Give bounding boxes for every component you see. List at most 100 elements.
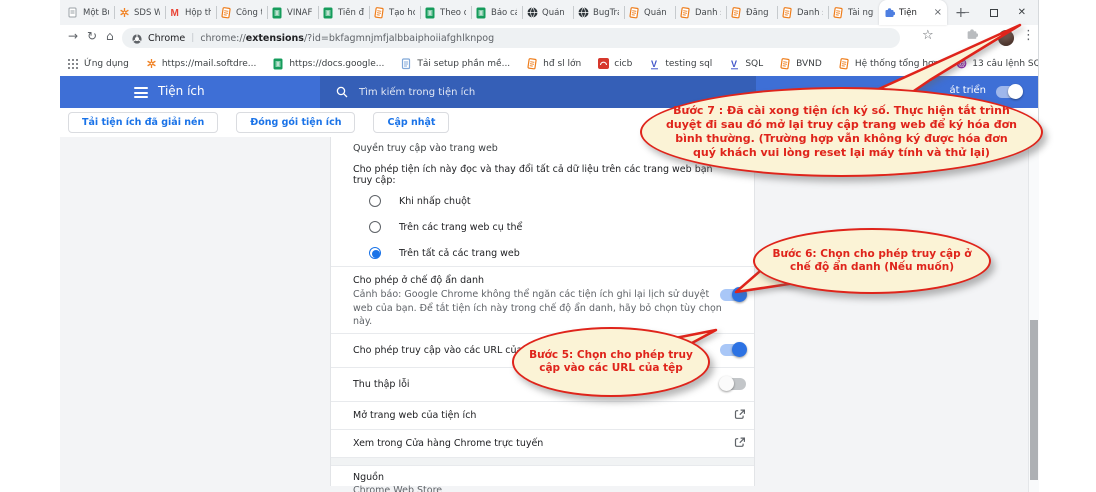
tab-label: BugTra — [593, 8, 619, 18]
bookmark-item[interactable]: Ứng dụng — [68, 58, 129, 70]
page-title: Tiện ích — [158, 84, 205, 98]
minimize-button[interactable]: – — [965, 8, 970, 18]
section-gap — [331, 458, 754, 466]
radio-option-label: Khi nhấp chuột — [399, 196, 471, 207]
sheet-green-favicon — [272, 7, 283, 19]
close-button[interactable]: ✕ — [1018, 8, 1026, 18]
screenshot-root: Một Bư SDS We M Hộp th Công ty VINAFR Tiến độ T… — [0, 0, 1096, 492]
svg-text:M: M — [171, 8, 179, 18]
hamburger-menu-icon[interactable] — [134, 87, 148, 101]
setting-link-row[interactable]: Xem trong Cửa hàng Chrome trực tuyến — [331, 430, 754, 458]
site-info-icon[interactable] — [132, 29, 142, 48]
home-icon[interactable]: ⌂ — [106, 29, 114, 43]
browser-tab[interactable]: Theo d — [420, 0, 471, 25]
callout-step7-text: Bước 7 : Đã cài xong tiện ích ký số. Thự… — [666, 104, 1017, 159]
browser-tab[interactable]: Quản l — [522, 0, 573, 25]
tab-label: Quản l — [542, 8, 568, 18]
setting-label: Mở trang web của tiện ích — [353, 410, 476, 421]
url-text: chrome://extensions/?id=bkfagmnjmfjalbba… — [200, 33, 494, 44]
browser-tab[interactable]: BugTra — [573, 0, 624, 25]
sheet-green-favicon — [476, 7, 487, 19]
browser-tab[interactable]: VINAFR — [267, 0, 318, 25]
callout-step5-text: Bước 5: Chọn cho phép truy cập vào các U… — [524, 349, 698, 375]
radio-option-label: Trên các trang web cụ thể — [399, 222, 522, 233]
doc-orange-favicon — [629, 7, 640, 19]
tab-label: Công ty — [236, 8, 262, 18]
site-access-option[interactable]: Khi nhấp chuột — [353, 188, 732, 214]
tab-close-icon[interactable]: × — [934, 7, 942, 18]
tab-label: Tiến độ — [338, 8, 364, 18]
browser-tab[interactable]: Báo cá — [471, 0, 522, 25]
tab-label: Tài ngu — [848, 8, 874, 18]
bookmark-label: https://docs.google... — [289, 59, 384, 69]
update-button[interactable]: Cập nhật — [373, 112, 449, 133]
forward-icon[interactable]: → — [68, 29, 78, 43]
sheet-green-favicon — [323, 7, 334, 19]
bookmark-label: https://mail.softdre... — [162, 59, 256, 69]
browser-tab[interactable]: Tiến độ — [318, 0, 369, 25]
tab-label: Quản l — [644, 8, 670, 18]
doc-orange-favicon — [374, 7, 385, 19]
setting-label: Cho phép ở chế độ ẩn danh — [353, 275, 746, 286]
globe-favicon — [578, 7, 589, 19]
site-access-option[interactable]: Trên các trang web cụ thể — [353, 214, 732, 240]
search-placeholder: Tìm kiếm trong tiện ích — [359, 87, 475, 98]
bookmark-label: hđ sl lớn — [543, 59, 581, 69]
doc-orange-favicon — [731, 7, 742, 19]
callout-step7: Bước 7 : Đã cài xong tiện ích ký số. Thự… — [640, 20, 1052, 182]
bookmark-item[interactable]: https://docs.google... — [273, 58, 384, 70]
tab-label: Hộp th — [185, 8, 211, 18]
source-label: Nguồn — [353, 472, 732, 483]
load-unpacked-button[interactable]: Tải tiện ích đã giải nén — [68, 112, 218, 133]
tab-label: SDS We — [134, 8, 160, 18]
open-external-icon[interactable] — [734, 406, 746, 425]
source-value: Chrome Web Store — [353, 485, 732, 492]
bookmark-item[interactable]: cicb — [598, 58, 632, 70]
bookmark-item[interactable]: https://mail.softdre... — [146, 58, 256, 70]
toggle-knob — [732, 342, 747, 357]
radio-option-label: Trên tất cả các trang web — [399, 248, 520, 259]
setting-label: Thu thập lỗi — [353, 379, 410, 390]
reload-icon[interactable]: ↻ — [87, 29, 97, 43]
globe-favicon — [527, 7, 538, 19]
callout-step6-text: Bước 6: Chọn cho phép truy cập ở chế độ … — [767, 248, 977, 274]
browser-tab[interactable]: M Hộp th — [165, 0, 216, 25]
tab-label: Tiện — [899, 8, 917, 18]
tab-label: Tạo hó — [389, 8, 415, 18]
radio-icon[interactable] — [369, 221, 381, 233]
bookmark-item[interactable]: hđ sl lớn — [527, 58, 581, 70]
setting-label: Xem trong Cửa hàng Chrome trực tuyến — [353, 438, 543, 449]
bookmark-label: Tải setup phần mề... — [417, 59, 510, 69]
extension-detail-card: Quyền truy cập vào trang web Cho phép ti… — [330, 137, 755, 486]
maximize-button[interactable] — [990, 9, 998, 17]
page-scrollbar[interactable]: ▲ — [1028, 137, 1039, 492]
radio-selected-icon[interactable] — [369, 247, 381, 259]
doc-orange-favicon — [221, 7, 232, 19]
open-external-icon[interactable] — [734, 434, 746, 453]
tab-label: Theo d — [440, 8, 466, 18]
sheet-green-icon — [273, 58, 284, 70]
burst-orange-icon — [146, 58, 157, 70]
puzzle-favicon — [884, 7, 895, 19]
scrollbar-thumb[interactable] — [1030, 320, 1038, 480]
callout-step5: Bước 5: Chọn cho phép truy cập vào các U… — [505, 320, 733, 404]
site-access-option[interactable]: Trên tất cả các trang web — [353, 240, 732, 266]
search-icon — [336, 83, 348, 102]
browser-tab[interactable]: Tạo hó — [369, 0, 420, 25]
bookmark-item[interactable]: Tải setup phần mề... — [401, 58, 510, 70]
extension-detail-page: Quyền truy cập vào trang web Cho phép ti… — [60, 137, 1038, 492]
site-label: Chrome — [148, 33, 185, 44]
browser-tab[interactable]: Công ty — [216, 0, 267, 25]
radio-icon[interactable] — [369, 195, 381, 207]
doc-blue-icon — [401, 58, 412, 70]
pack-extension-button[interactable]: Đóng gói tiện ích — [236, 112, 355, 133]
url-separator: | — [191, 33, 194, 43]
doc-orange-icon — [527, 58, 538, 70]
doc-orange-favicon — [680, 7, 691, 19]
browser-tab[interactable]: Một Bư — [63, 0, 114, 25]
browser-tab[interactable]: SDS We — [114, 0, 165, 25]
source-section: Nguồn Chrome Web Store — [331, 466, 754, 492]
setting-link-row[interactable]: Mở trang web của tiện ích — [331, 402, 754, 430]
tab-label: Danh s — [695, 8, 721, 18]
doc-orange-favicon — [782, 7, 793, 19]
